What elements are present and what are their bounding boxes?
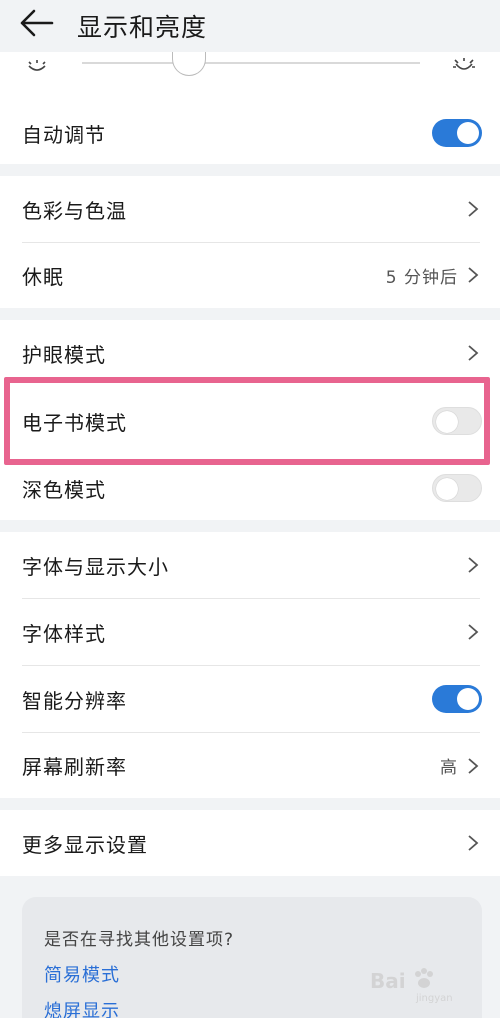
dark-mode-label: 深色模式 — [22, 477, 106, 502]
refresh-rate-label: 屏幕刷新率 — [22, 755, 127, 779]
suggestion-title: 是否在寻找其他设置项? — [44, 930, 235, 950]
color-temp-row[interactable]: 色彩与色温 — [0, 176, 500, 242]
toggle-knob — [457, 688, 479, 710]
watermark-sub: jingyan — [416, 993, 453, 1004]
back-arrow-icon[interactable] — [18, 8, 54, 38]
font-size-row[interactable]: 字体与显示大小 — [0, 532, 500, 598]
brightness-low-icon — [28, 60, 46, 71]
always-on-display-link[interactable]: 熄屏显示 — [44, 997, 120, 1018]
brightness-card: 自动调节 — [0, 52, 500, 164]
simple-mode-link[interactable]: 简易模式 — [44, 961, 120, 987]
dark-mode-row[interactable]: 深色模式 — [0, 456, 500, 520]
smart-resolution-toggle[interactable] — [432, 685, 482, 713]
chevron-right-icon — [468, 557, 479, 573]
auto-adjust-label: 自动调节 — [22, 122, 106, 147]
brightness-track[interactable] — [82, 62, 420, 64]
auto-adjust-row[interactable]: 自动调节 — [0, 102, 500, 164]
chevron-right-icon — [468, 201, 479, 217]
chevron-right-icon — [468, 624, 479, 640]
smart-resolution-label: 智能分辨率 — [22, 688, 127, 713]
font-card: 字体与显示大小 字体样式 智能分辨率 屏幕刷新率 高 — [0, 532, 500, 798]
chevron-right-icon — [468, 757, 479, 774]
brightness-thumb[interactable] — [172, 52, 206, 76]
sleep-label: 休眠 — [22, 264, 64, 289]
color-temp-label: 色彩与色温 — [22, 198, 127, 223]
more-card: 更多显示设置 — [0, 810, 500, 876]
baidu-watermark: Bai jingyan — [370, 965, 480, 1009]
watermark-brand: Bai — [370, 969, 406, 993]
sleep-row[interactable]: 休眠 5 分钟后 — [0, 242, 500, 308]
top-bar: 显示和亮度 — [0, 0, 500, 52]
brightness-high-icon — [453, 58, 475, 70]
paw-icon — [415, 968, 433, 988]
refresh-rate-row[interactable]: 屏幕刷新率 高 — [0, 733, 500, 798]
display-card: 色彩与色温 休眠 5 分钟后 — [0, 176, 500, 308]
chevron-right-icon — [468, 345, 479, 361]
font-size-label: 字体与显示大小 — [22, 554, 169, 579]
refresh-rate-value: 高 — [440, 758, 458, 778]
more-display-row[interactable]: 更多显示设置 — [0, 810, 500, 876]
page-title: 显示和亮度 — [77, 13, 208, 42]
font-style-label: 字体样式 — [22, 621, 106, 646]
font-style-row[interactable]: 字体样式 — [0, 599, 500, 665]
toggle-knob — [457, 122, 479, 144]
chevron-right-icon — [468, 267, 479, 283]
more-display-label: 更多显示设置 — [22, 832, 148, 857]
toggle-knob — [436, 478, 458, 500]
eye-comfort-label: 护眼模式 — [22, 342, 106, 367]
dark-mode-toggle[interactable] — [432, 474, 482, 502]
smart-resolution-row[interactable]: 智能分辨率 — [0, 666, 500, 732]
chevron-right-icon — [468, 835, 479, 851]
highlight-frame — [4, 377, 490, 465]
sleep-value: 5 分钟后 — [385, 267, 458, 288]
auto-adjust-toggle[interactable] — [432, 119, 482, 147]
